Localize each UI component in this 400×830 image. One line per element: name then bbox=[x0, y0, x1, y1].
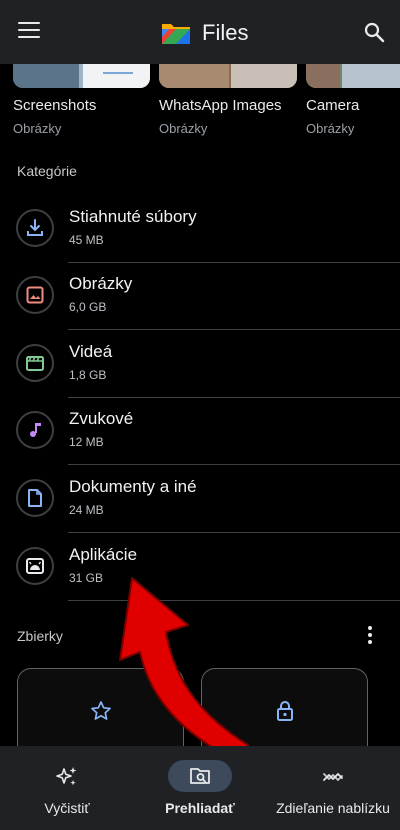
camera-thumbnail[interactable] bbox=[306, 64, 400, 88]
nav-nearby-share[interactable]: Zdieľanie nablízku bbox=[266, 746, 400, 830]
folder-name-screenshots[interactable]: Screenshots bbox=[13, 97, 96, 114]
category-name: Zvukové bbox=[69, 409, 134, 428]
folder-sub-screenshots: Obrázky bbox=[13, 121, 62, 136]
category-name: Dokumenty a iné bbox=[69, 477, 197, 496]
category-images[interactable]: Obrázky 6,0 GB bbox=[0, 264, 400, 330]
category-size: 12 MB bbox=[69, 435, 104, 449]
document-icon bbox=[16, 479, 54, 517]
divider bbox=[68, 600, 400, 601]
folder-name-camera[interactable]: Camera bbox=[306, 97, 359, 114]
search-icon[interactable] bbox=[362, 20, 386, 44]
collections-heading: Zbierky bbox=[17, 628, 63, 644]
folder-thumbnails bbox=[0, 64, 400, 90]
category-name: Aplikácie bbox=[69, 545, 138, 564]
nav-label: Vyčistiť bbox=[44, 800, 90, 816]
more-vert-icon[interactable] bbox=[360, 624, 380, 648]
category-documents[interactable]: Dokumenty a iné 24 MB bbox=[0, 467, 400, 533]
video-icon bbox=[16, 344, 54, 382]
whatsapp-thumbnail[interactable] bbox=[159, 64, 297, 88]
category-name: Obrázky bbox=[69, 274, 133, 293]
category-audio[interactable]: Zvukové 12 MB bbox=[0, 399, 400, 465]
download-icon bbox=[16, 209, 54, 247]
nav-clean[interactable]: Vyčistiť bbox=[0, 746, 134, 830]
category-name: Videá bbox=[69, 342, 113, 361]
app-bar: Files bbox=[0, 0, 400, 64]
category-size: 6,0 GB bbox=[69, 300, 107, 314]
folder-name-whatsapp[interactable]: WhatsApp Images bbox=[159, 97, 282, 114]
menu-icon[interactable] bbox=[18, 22, 40, 40]
category-size: 31 GB bbox=[69, 571, 104, 585]
lock-icon bbox=[277, 701, 293, 721]
category-size: 24 MB bbox=[69, 503, 104, 517]
android-icon bbox=[16, 547, 54, 585]
nav-label: Zdieľanie nablízku bbox=[276, 800, 390, 816]
divider bbox=[68, 532, 400, 533]
nav-label: Prehliadať bbox=[165, 800, 235, 816]
folder-sub-whatsapp: Obrázky bbox=[159, 121, 208, 136]
divider bbox=[68, 262, 400, 263]
category-apps[interactable]: Aplikácie 31 GB bbox=[0, 535, 400, 601]
nearby-share-icon bbox=[323, 773, 343, 781]
bottom-navigation: Vyčistiť Prehliadať Zdieľanie nablízku bbox=[0, 746, 400, 830]
browse-icon bbox=[190, 768, 210, 784]
category-size: 1,8 GB bbox=[69, 368, 107, 382]
music-note-icon bbox=[16, 411, 54, 449]
category-downloads[interactable]: Stiahnuté súbory 45 MB bbox=[0, 197, 400, 263]
star-icon bbox=[91, 701, 111, 720]
screenshots-thumbnail[interactable] bbox=[13, 64, 150, 88]
divider bbox=[68, 464, 400, 465]
categories-heading: Kategórie bbox=[17, 163, 77, 179]
category-name: Stiahnuté súbory bbox=[69, 207, 197, 226]
divider bbox=[68, 329, 400, 330]
divider bbox=[68, 397, 400, 398]
category-videos[interactable]: Videá 1,8 GB bbox=[0, 332, 400, 398]
files-logo-icon bbox=[162, 24, 190, 44]
app-title: Files bbox=[202, 20, 249, 45]
image-icon bbox=[16, 276, 54, 314]
category-size: 45 MB bbox=[69, 233, 104, 247]
folder-sub-camera: Obrázky bbox=[306, 121, 355, 136]
sparkle-icon bbox=[56, 767, 77, 786]
nav-browse[interactable]: Prehliadať bbox=[133, 746, 267, 830]
